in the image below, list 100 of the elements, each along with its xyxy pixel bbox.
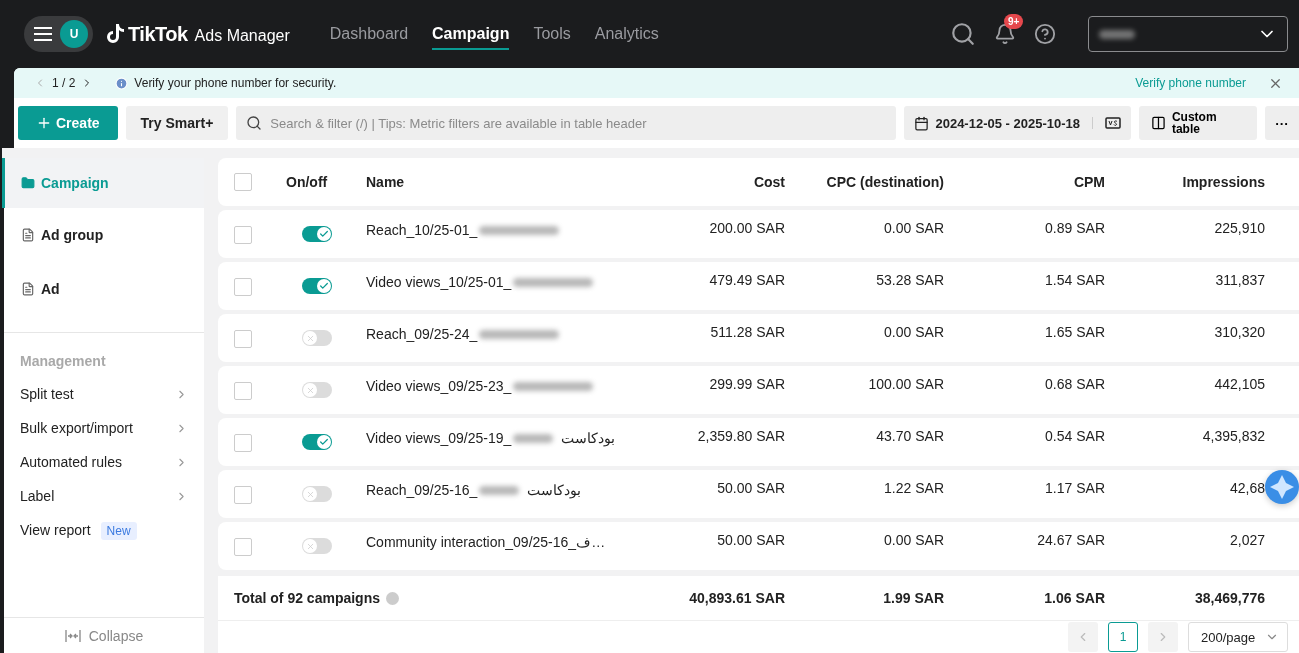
menu-label: View report New — [20, 522, 137, 538]
campaign-name[interactable]: Reach_09/25-24_ — [366, 326, 478, 342]
collapse-icon — [64, 629, 81, 642]
compare-icon[interactable] — [1105, 117, 1121, 129]
table-cell: 43.70 SAR — [876, 428, 944, 444]
table-cell: 0.00 SAR — [884, 220, 944, 236]
table-cell: 310,320 — [1214, 324, 1265, 340]
table-cell: 4,395,832 — [1202, 428, 1265, 444]
table-cell: 1.65 SAR — [1045, 324, 1105, 340]
calendar-icon — [914, 115, 930, 131]
table-cell: 511.28 SAR — [710, 324, 785, 340]
plus-icon — [36, 115, 52, 131]
row-checkbox[interactable] — [234, 330, 252, 348]
row-checkbox[interactable] — [234, 278, 252, 296]
custom-table-button[interactable]: Custom table — [1139, 106, 1257, 140]
page-size-select[interactable]: 200/page — [1188, 622, 1288, 652]
menu-item[interactable]: Split test — [4, 377, 204, 411]
campaign-name[interactable]: Video views_09/25-19_ — [366, 430, 512, 446]
account-dropdown[interactable] — [1088, 16, 1288, 52]
sidebar-item[interactable]: Ad — [2, 262, 204, 316]
nav-tab[interactable]: Campaign — [432, 18, 510, 50]
column-header: Name — [366, 174, 406, 190]
column-header[interactable]: CPC (destination) — [785, 174, 944, 190]
toggle-switch[interactable] — [302, 330, 332, 346]
next-page-button[interactable] — [1148, 622, 1178, 652]
total-label: Total of 92 campaigns — [234, 590, 380, 606]
smart-button[interactable]: Try Smart+ — [125, 106, 229, 140]
search-icon — [246, 115, 263, 131]
menu-item[interactable]: Automated rules — [4, 445, 204, 479]
row-checkbox[interactable] — [234, 538, 252, 556]
search-icon[interactable] — [950, 21, 976, 47]
campaign-name[interactable]: Reach_10/25-01_ — [366, 222, 478, 238]
table-cell: 53.28 SAR — [876, 272, 944, 288]
info-icon — [115, 76, 129, 90]
table-cell: 1.22 SAR — [884, 480, 944, 496]
campaign-name[interactable]: Community interaction_09/25-16_ف… — [366, 534, 606, 550]
row-checkbox[interactable] — [234, 226, 252, 244]
previous-page-button[interactable] — [1068, 622, 1098, 652]
toggle-switch[interactable] — [302, 278, 332, 294]
row-checkbox[interactable] — [234, 382, 252, 400]
check-icon — [319, 437, 329, 447]
table-cell: 2,027 — [1229, 532, 1265, 548]
toggle-switch[interactable] — [302, 226, 332, 242]
cross-icon — [305, 541, 315, 551]
menu-item[interactable]: Label — [4, 479, 204, 513]
more-button[interactable]: ··· — [1265, 106, 1299, 140]
column-header[interactable]: Impressions — [1105, 174, 1265, 190]
table-cell: 0.00 SAR — [884, 532, 944, 548]
campaign-name[interactable]: Video views_10/25-01_ — [366, 274, 512, 290]
toggle-switch[interactable] — [302, 538, 332, 554]
menu-item[interactable]: View report New — [4, 513, 204, 547]
tiktok-logo-icon — [107, 24, 125, 44]
notification-badge: 9+ — [1004, 14, 1024, 29]
table-cell: 0.89 SAR — [1045, 220, 1105, 236]
collapse-button[interactable]: Collapse — [4, 617, 204, 653]
row-checkbox[interactable] — [234, 434, 252, 452]
new-badge: New — [100, 522, 137, 540]
total-cell: 38,469,776 — [1194, 590, 1265, 606]
notification-bell-icon[interactable] — [994, 23, 1016, 45]
cross-icon — [305, 489, 315, 499]
row-checkbox[interactable] — [234, 486, 252, 504]
document-icon — [21, 228, 35, 242]
total-cell: 40,893.61 SAR — [689, 590, 785, 606]
search-field[interactable]: Search & filter (/) | Tips: Metric filters are available in table header — [236, 106, 897, 140]
campaign-name[interactable]: Reach_09/25-16_ — [366, 482, 478, 498]
check-icon — [319, 229, 329, 239]
page-button[interactable]: 1 — [1108, 622, 1138, 652]
nav-tab[interactable]: Tools — [533, 18, 571, 50]
table-cell: 311,837 — [1215, 272, 1265, 288]
check-icon — [319, 281, 329, 291]
menu-icon — [34, 27, 52, 41]
column-header[interactable]: CPM — [944, 174, 1105, 190]
total-cell: 1.06 SAR — [1044, 590, 1105, 606]
table-cell: 50.00 SAR — [717, 532, 785, 548]
nav-tab[interactable]: Analytics — [594, 18, 659, 50]
nav-tab[interactable]: Dashboard — [329, 18, 409, 50]
toggle-switch[interactable] — [302, 486, 332, 502]
search-input[interactable]: Search & filter (/) | Tips: Metric filters are available in table header — [268, 114, 887, 132]
table-cell: 1.17 SAR — [1045, 480, 1105, 496]
campaign-name-suffix: بودكاست — [561, 430, 616, 446]
table-cell: 100.00 SAR — [868, 376, 944, 392]
date-range-picker[interactable]: 2024-12-05 - 2025-10-18 — [904, 106, 1131, 140]
campaign-name[interactable]: Video views_09/25-23_ — [366, 378, 512, 394]
date-range-text: 2024-12-05 - 2025-10-18 — [935, 115, 1080, 131]
column-header[interactable]: Cost — [629, 174, 785, 190]
document-icon — [21, 282, 35, 296]
menu-item[interactable]: Bulk export/import — [4, 411, 204, 445]
table-cell: 225,910 — [1214, 220, 1265, 236]
sidebar-item[interactable]: Ad group — [2, 208, 204, 262]
logo-text: TikTok — [128, 22, 188, 46]
table-cell: 299.99 SAR — [709, 376, 785, 392]
table-cell: 0.54 SAR — [1045, 428, 1105, 444]
table-cell: 42,68 — [1229, 480, 1265, 496]
select-all-checkbox[interactable] — [234, 173, 252, 191]
banner-message: Verify your phone number for security. — [134, 76, 337, 90]
table-cell: 24.67 SAR — [1037, 532, 1105, 548]
cross-icon — [305, 333, 315, 343]
pager-text: 1 / 2 — [52, 76, 76, 90]
toggle-switch[interactable] — [302, 382, 332, 398]
toggle-switch[interactable] — [302, 434, 332, 450]
